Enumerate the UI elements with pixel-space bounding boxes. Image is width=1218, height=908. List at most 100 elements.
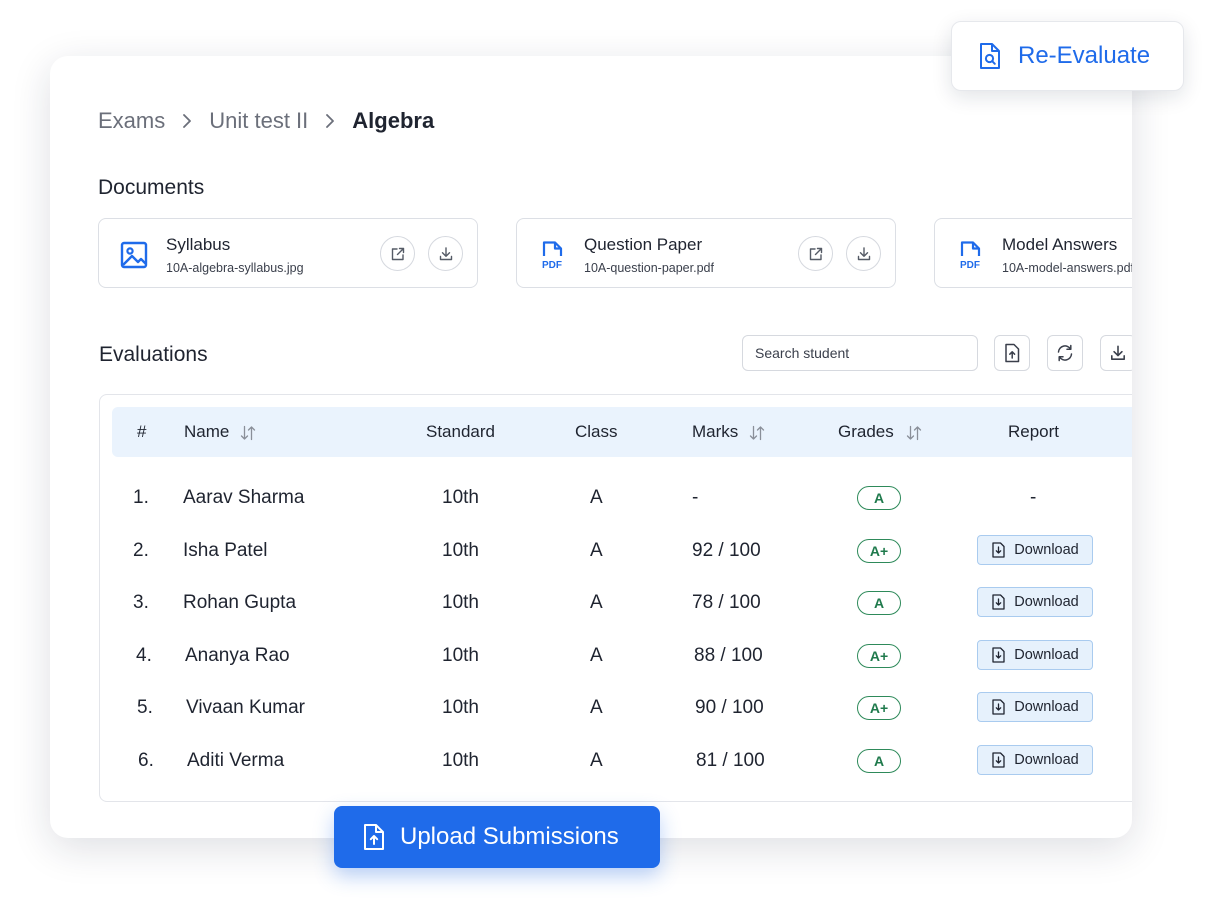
row-number: 5. (137, 697, 153, 718)
search-student-input[interactable] (742, 335, 978, 371)
document-filename: 10A-question-paper.pdf (584, 261, 714, 275)
breadcrumb-unit-test[interactable]: Unit test II (209, 108, 308, 134)
download-label: Download (1014, 542, 1079, 558)
download-report-button[interactable]: Download (977, 745, 1093, 775)
svg-text:PDF: PDF (960, 260, 980, 271)
document-card-syllabus[interactable]: Syllabus 10A-algebra-syllabus.jpg (98, 218, 478, 288)
student-standard: 10th (442, 645, 479, 666)
document-filename: 10A-algebra-syllabus.jpg (166, 261, 304, 275)
download-document-button[interactable] (846, 236, 881, 271)
student-standard: 10th (442, 540, 479, 561)
file-download-icon (992, 752, 1005, 768)
file-download-icon (992, 594, 1005, 610)
breadcrumb-current: Algebra (352, 108, 435, 133)
evaluations-title: Evaluations (99, 343, 208, 366)
grade-badge: A (857, 591, 901, 615)
download-label: Download (1014, 647, 1079, 663)
pdf-icon: PDF (960, 241, 981, 271)
student-marks: 78 / 100 (692, 592, 761, 613)
sort-icon[interactable] (905, 424, 923, 442)
evaluation-panel: Exams Unit test II Algebra Documents Syl… (50, 56, 1132, 838)
student-name: Ananya Rao (185, 645, 290, 666)
file-download-icon (992, 647, 1005, 663)
re-evaluate-label: Re-Evaluate (1018, 42, 1151, 69)
upload-submissions-label: Upload Submissions (400, 823, 619, 850)
grade-badge: A+ (857, 539, 901, 563)
document-filename: 10A-model-answers.pdf (1002, 261, 1132, 275)
download-all-button[interactable] (1100, 335, 1132, 371)
download-report-button[interactable]: Download (977, 692, 1093, 722)
grade-badge: A+ (857, 696, 901, 720)
file-download-icon (992, 699, 1005, 715)
student-name: Rohan Gupta (183, 592, 297, 613)
download-report-button[interactable]: Download (977, 587, 1093, 617)
student-name: Aditi Verma (187, 750, 285, 771)
evaluations-table: # Name Standard Class Marks Grades Repor… (99, 394, 1132, 802)
document-name: Syllabus (166, 235, 231, 254)
external-link-icon (809, 247, 822, 260)
image-icon (120, 241, 148, 269)
external-link-icon (391, 247, 404, 260)
download-icon (1111, 345, 1125, 360)
row-number: 4. (136, 645, 152, 666)
table-header: # Name Standard Class Marks Grades Repor… (112, 407, 1132, 457)
student-standard: 10th (442, 487, 479, 508)
document-card-question-paper[interactable]: PDF Question Paper 10A-question-paper.pd… (516, 218, 896, 288)
sort-icon[interactable] (748, 424, 766, 442)
student-standard: 10th (442, 750, 479, 771)
student-standard: 10th (442, 697, 479, 718)
chevron-right-icon (326, 114, 335, 128)
column-header-marks[interactable]: Marks (692, 407, 738, 457)
open-external-button[interactable] (798, 236, 833, 271)
row-number: 6. (138, 750, 154, 771)
re-evaluate-button[interactable]: Re-Evaluate (951, 21, 1184, 91)
column-header-name[interactable]: Name (184, 407, 229, 457)
download-label: Download (1014, 594, 1079, 610)
download-report-button[interactable]: Download (977, 535, 1093, 565)
document-card-model-answers[interactable]: PDF Model Answers 10A-model-answers.pdf (934, 218, 1132, 288)
column-header-standard: Standard (426, 422, 495, 441)
column-header-grades[interactable]: Grades (838, 407, 894, 457)
column-header-number: # (137, 422, 147, 441)
student-name: Vivaan Kumar (186, 697, 305, 718)
sort-icon[interactable] (239, 424, 257, 442)
student-name: Aarav Sharma (183, 487, 305, 508)
row-number: 1. (133, 487, 149, 508)
student-class: A (590, 645, 603, 666)
grade-badge: A (857, 749, 901, 773)
download-document-button[interactable] (428, 236, 463, 271)
grade-badge: A (857, 486, 901, 510)
documents-title: Documents (98, 176, 205, 199)
upload-submissions-button[interactable]: Upload Submissions (334, 806, 660, 868)
column-header-report: Report (1008, 422, 1060, 441)
file-upload-icon (1005, 343, 1020, 363)
student-marks: 92 / 100 (692, 540, 761, 561)
refresh-button[interactable] (1047, 335, 1083, 371)
download-label: Download (1014, 752, 1079, 768)
open-external-button[interactable] (380, 236, 415, 271)
pdf-icon: PDF (542, 241, 563, 271)
report-empty: - (1030, 487, 1037, 508)
student-class: A (590, 487, 603, 508)
download-icon (439, 246, 452, 260)
document-name: Question Paper (584, 235, 703, 254)
chevron-right-icon (183, 114, 192, 128)
download-report-button[interactable]: Download (977, 640, 1093, 670)
svg-text:PDF: PDF (542, 260, 562, 271)
file-upload-icon (364, 824, 384, 850)
file-download-icon (992, 542, 1005, 558)
column-header-class: Class (575, 422, 618, 441)
student-marks: 88 / 100 (694, 645, 763, 666)
student-marks: 90 / 100 (695, 697, 764, 718)
document-name: Model Answers (1002, 235, 1118, 254)
breadcrumb-exams[interactable]: Exams (98, 108, 165, 134)
upload-file-button[interactable] (994, 335, 1030, 371)
row-number: 3. (133, 592, 149, 613)
document-search-icon (980, 43, 1000, 69)
row-number: 2. (133, 540, 149, 561)
grade-badge: A+ (857, 644, 901, 668)
student-standard: 10th (442, 592, 479, 613)
breadcrumb: Exams Unit test II Algebra (98, 108, 434, 134)
student-class: A (590, 592, 603, 613)
student-marks: - (692, 487, 699, 508)
